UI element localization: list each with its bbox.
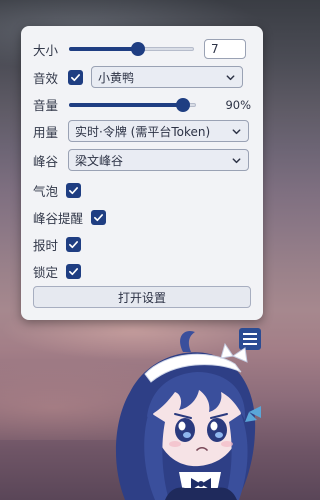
lock-label: 锁定 — [33, 265, 59, 280]
lock-checkbox[interactable] — [66, 264, 82, 279]
bubble-checkbox[interactable] — [66, 183, 82, 198]
time-announce-label: 报时 — [33, 238, 59, 253]
usage-select-value: 实时·令牌 (需平台Token) — [75, 124, 211, 139]
chevron-down-icon — [232, 128, 241, 134]
open-settings-button[interactable]: 打开设置 — [33, 286, 251, 308]
peak-select[interactable]: 梁文峰谷 — [68, 149, 250, 171]
usage-label: 用量 — [33, 124, 59, 140]
check-icon — [69, 268, 79, 276]
size-slider-fill — [69, 47, 138, 51]
size-slider[interactable] — [69, 42, 195, 56]
chevron-down-icon — [232, 157, 241, 163]
peak-reminder-checkbox[interactable] — [91, 210, 107, 225]
size-row: 大小 7 — [33, 39, 251, 59]
size-label: 大小 — [33, 42, 59, 58]
chevron-down-icon — [226, 74, 235, 80]
time-announce-checkbox[interactable] — [66, 237, 82, 252]
lock-row: 锁定 — [33, 262, 251, 281]
peak-label: 峰谷 — [33, 153, 59, 169]
sound-effect-select-value: 小黄鸭 — [98, 70, 135, 85]
sound-effect-checkbox[interactable] — [68, 69, 84, 85]
volume-row: 音量 90% — [33, 95, 251, 114]
usage-row: 用量 实时·令牌 (需平台Token) — [33, 120, 251, 142]
peak-reminder-row: 峰谷提醒 — [33, 208, 251, 227]
size-slider-thumb[interactable] — [130, 42, 145, 56]
check-icon — [71, 73, 81, 81]
bubble-row: 气泡 — [33, 181, 251, 200]
volume-label: 音量 — [33, 98, 59, 113]
sound-effect-row: 音效 小黄鸭 — [33, 66, 251, 88]
volume-percent: 90% — [225, 97, 251, 112]
usage-select[interactable]: 实时·令牌 (需平台Token) — [68, 120, 250, 142]
mascot-character — [115, 330, 261, 500]
peak-select-value: 梁文峰谷 — [75, 153, 124, 168]
sound-effect-select[interactable]: 小黄鸭 — [91, 66, 244, 88]
peak-row: 峰谷 梁文峰谷 — [33, 149, 251, 171]
peak-reminder-label: 峰谷提醒 — [33, 211, 84, 226]
check-icon — [69, 241, 79, 249]
bubble-label: 气泡 — [33, 184, 59, 199]
check-icon — [94, 214, 104, 222]
size-number-input[interactable]: 7 — [204, 39, 247, 59]
volume-slider-thumb[interactable] — [176, 97, 191, 112]
volume-slider[interactable] — [69, 97, 197, 112]
settings-panel: 大小 7 音效 小黄鸭 音量 90% 用量 实时·令牌 (需平台Token) 峰… — [21, 26, 263, 320]
volume-slider-fill — [69, 102, 184, 107]
time-announce-row: 报时 — [33, 235, 251, 254]
check-icon — [69, 187, 79, 195]
sound-effect-label: 音效 — [33, 70, 59, 86]
